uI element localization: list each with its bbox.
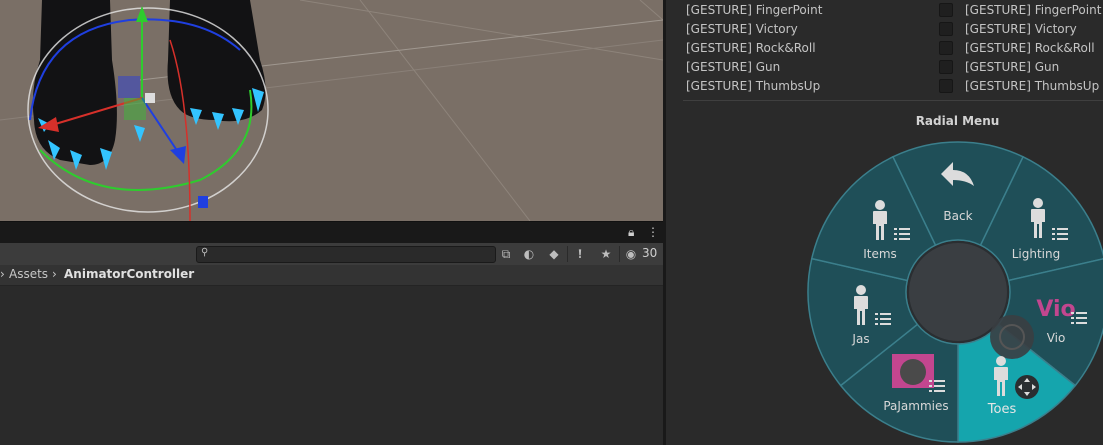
breadcrumb-animator-controller[interactable]: AnimatorController (64, 267, 194, 281)
breadcrumb-assets[interactable]: Assets (9, 267, 48, 281)
toolbar-separator (567, 246, 568, 262)
radial-label-back: Back (943, 209, 972, 223)
grid-line (359, 0, 531, 221)
breadcrumb: › Assets › AnimatorController (0, 265, 663, 286)
radial-cursor (990, 315, 1034, 359)
z-axis-arrow (170, 146, 186, 164)
toolbar-separator (619, 246, 620, 262)
vio-logo-icon: Vio (1036, 297, 1075, 322)
type-filter-icon[interactable]: ◐ (520, 245, 538, 263)
more-options-icon[interactable]: ⋮ (647, 225, 659, 239)
scene-visibility-icon[interactable]: ⧉ (497, 245, 515, 263)
radial-label-pajammies: PaJammies (883, 399, 948, 413)
scene-footer: 🔒︎ ⋮ (0, 221, 663, 244)
submenu-list-icon (929, 380, 945, 392)
error-filter-icon[interactable]: ❗︎ (571, 245, 589, 263)
pajammies-thumbnail-face (900, 359, 926, 385)
inspector-panel: [GESTURE] FingerPoint [GESTURE] Victory … (666, 0, 1103, 445)
hidden-eye-icon[interactable]: ◉ (622, 245, 640, 263)
plane-handle-yz (124, 98, 146, 120)
favorite-star-icon[interactable]: ★ (597, 245, 615, 263)
z-end-handle (198, 196, 208, 208)
claw (212, 112, 224, 130)
radial-label-items: Items (863, 247, 897, 261)
radial-label-toes: Toes (987, 402, 1017, 417)
grid-line (639, 0, 663, 21)
chevron-right-icon: › (0, 267, 5, 281)
search-icon: ⚲ (201, 247, 209, 258)
chevron-right-icon: › (52, 267, 57, 281)
label-tag-icon[interactable]: ◆ (545, 245, 563, 263)
grid-line (299, 0, 663, 61)
submenu-list-icon (875, 313, 891, 325)
submenu-list-icon (1052, 228, 1068, 240)
scene-canvas[interactable] (0, 0, 663, 221)
submenu-list-icon (1071, 312, 1087, 324)
scene-view[interactable] (0, 0, 663, 221)
radial-label-jas: Jas (851, 332, 869, 346)
center-handle (145, 93, 155, 103)
project-toolbar: ⚲ ⧉ ◐ ◆ ❗︎ ★ ◉ 30 (0, 243, 663, 266)
project-content[interactable] (0, 286, 663, 445)
radial-menu: Back Lighting Vio Vio Toes PaJammies Jas… (807, 141, 1103, 443)
radial-label-lighting: Lighting (1012, 247, 1061, 261)
claw (134, 125, 145, 142)
hidden-count: 30 (642, 246, 658, 260)
radial-label-vio: Vio (1047, 331, 1066, 345)
plane-handle-xy (118, 76, 140, 98)
lock-icon[interactable]: 🔒︎ (628, 225, 634, 240)
search-input[interactable]: ⚲ (196, 246, 496, 263)
z-axis-handle (141, 97, 179, 153)
submenu-list-icon (894, 228, 910, 240)
